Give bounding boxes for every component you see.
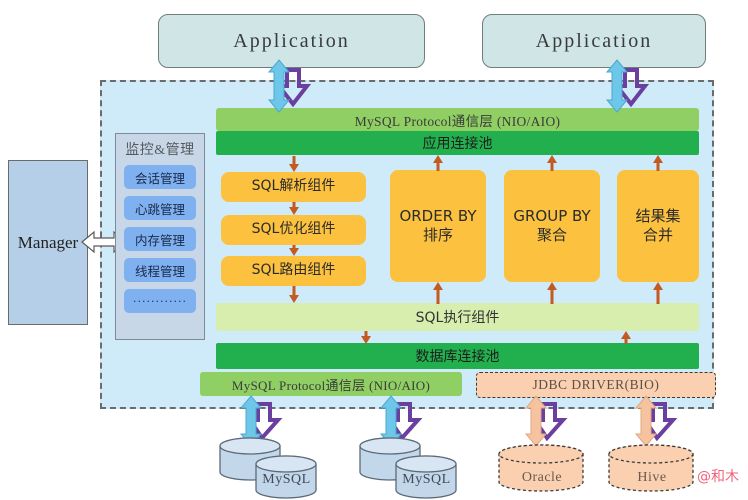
group-by-block: GROUP BY 聚合 (504, 170, 600, 282)
top-protocol-label: MySQL Protocol通信层 (NIO/AIO) (354, 113, 561, 129)
datastore-label: Hive (637, 470, 667, 485)
db-pool-label: 数据库连接池 (415, 349, 500, 365)
arrow-resultmerge-to-pool (652, 155, 664, 171)
arrow-exec-to-orderby (432, 282, 444, 304)
sql-exec-bar: SQL执行组件 (216, 303, 699, 331)
datastore-label: MySQL (262, 472, 311, 487)
app-left-link-arrow (263, 59, 312, 113)
application-pool-bar: 应用连接池 (216, 131, 699, 155)
order-by-subtitle: 排序 (422, 226, 453, 244)
group-by-title: GROUP BY (513, 207, 591, 226)
arrow-exec-to-resultmerge (652, 282, 664, 304)
arrow-pool-to-parse (288, 156, 300, 172)
monitor-item-session[interactable]: 会话管理 (124, 165, 196, 189)
bottom-protocol-bar: MySQL Protocol通信层 (NIO/AIO) (200, 372, 462, 396)
application-label: Application (535, 29, 653, 52)
sql-parse-label: SQL解析组件 (251, 178, 336, 195)
sql-route-component: SQL路由组件 (221, 256, 366, 286)
arrow-exec-to-dbpool (360, 331, 372, 344)
oracle-link-arrow (520, 395, 568, 447)
result-merge-block: 结果集 合并 (617, 170, 699, 282)
datastore-label: MySQL (402, 472, 451, 487)
group-by-subtitle: 聚合 (536, 226, 567, 244)
datastore-oracle: Oracle (497, 444, 587, 498)
monitor-item-more[interactable]: ············ (124, 289, 196, 313)
arrow-exec-to-groupby (546, 282, 558, 304)
arrow-optimize-to-route (288, 245, 300, 256)
application-pool-label: 应用连接池 (422, 136, 493, 152)
datastore-mysql-2: MySQL (358, 436, 483, 499)
arrow-dbpool-to-exec (620, 331, 632, 344)
jdbc-driver-label: JDBC DRIVER(BIO) (532, 377, 660, 392)
datastore-hive: Hive (607, 444, 697, 498)
sql-optimize-label: SQL优化组件 (251, 221, 336, 238)
manager-label: Manager (17, 232, 79, 252)
app-right-link-arrow (601, 59, 650, 113)
sql-route-label: SQL路由组件 (251, 262, 336, 279)
arrow-route-to-exec (288, 286, 300, 303)
datastore-label: Oracle (521, 470, 563, 485)
application-box-right: Application (482, 14, 706, 68)
hive-link-arrow (630, 395, 678, 447)
bottom-protocol-label: MySQL Protocol通信层 (NIO/AIO) (231, 377, 431, 393)
arrow-groupby-to-pool (546, 155, 558, 171)
arrow-parse-to-optimize (288, 202, 300, 215)
order-by-title: ORDER BY (399, 207, 477, 226)
result-merge-subtitle: 合并 (642, 226, 673, 244)
monitor-item-thread[interactable]: 线程管理 (124, 258, 196, 282)
manager-box: Manager (8, 160, 88, 325)
monitor-panel-title: 监控&管理 (125, 143, 195, 158)
jdbc-driver-bar: JDBC DRIVER(BIO) (476, 372, 716, 398)
sql-optimize-component: SQL优化组件 (221, 215, 366, 245)
monitor-panel: 监控&管理 会话管理 心跳管理 内存管理 线程管理 ············ (115, 133, 205, 340)
monitor-item-heartbeat[interactable]: 心跳管理 (124, 196, 196, 220)
arrow-orderby-to-pool (432, 155, 444, 171)
result-merge-title: 结果集 (635, 207, 681, 226)
datastore-mysql-1: MySQL (218, 436, 343, 499)
sql-parse-component: SQL解析组件 (221, 172, 366, 202)
monitor-item-memory[interactable]: 内存管理 (124, 227, 196, 251)
order-by-block: ORDER BY 排序 (390, 170, 486, 282)
sql-exec-label: SQL执行组件 (415, 310, 500, 326)
watermark: @和木 (697, 469, 739, 485)
application-label: Application (233, 29, 350, 52)
db-pool-bar: 数据库连接池 (216, 343, 699, 369)
